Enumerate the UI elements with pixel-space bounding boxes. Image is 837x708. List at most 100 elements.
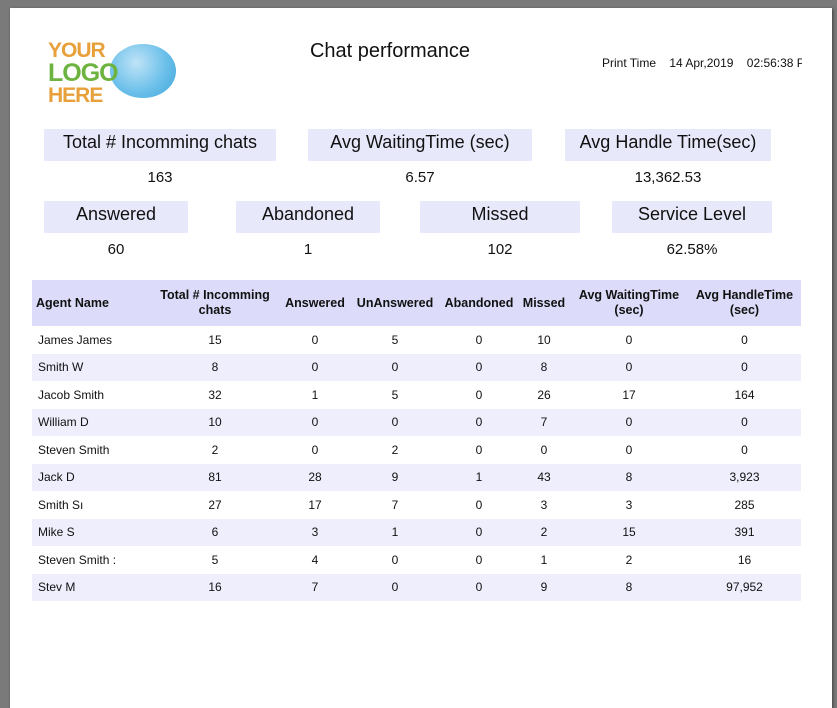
cell-answered: 28	[280, 463, 350, 491]
col-header-avg-handle: Avg HandleTime (sec)	[688, 280, 801, 326]
cell-missed: 9	[518, 573, 570, 601]
kpi-avg-handle-label: Avg Handle Time(sec)	[565, 129, 771, 161]
kpi-abandoned-label: Abandoned	[236, 201, 380, 233]
cell-avg-waiting: 0	[570, 353, 688, 381]
cell-total-incoming: 5	[211, 552, 219, 567]
cell-unanswered: 0	[350, 408, 440, 436]
logo-circle-graphic	[110, 44, 176, 98]
cell-answered: 0	[280, 408, 350, 436]
cell-agent-name: Smith Sı	[38, 497, 84, 512]
col-header-abandoned: Abandoned	[440, 280, 518, 326]
cell-avg-handle: 391	[688, 518, 801, 546]
kpi-missed-value: 102	[487, 241, 513, 258]
cell-unanswered: 1	[350, 518, 440, 546]
kpi-service-level-value: 62.58%	[666, 241, 718, 258]
table-row: Steven Smith : 5 4 0 0 1 2 16	[32, 546, 801, 574]
cell-agent-name: Steven Smith	[38, 442, 110, 457]
cell-unanswered: 0	[350, 573, 440, 601]
cell-avg-waiting: 3	[625, 497, 633, 512]
cell-missed: 7	[518, 408, 570, 436]
cell-avg-waiting: 8	[570, 463, 688, 491]
cell-missed: 26	[537, 387, 551, 402]
cell-abandoned: 0	[475, 442, 483, 457]
print-time: Print Time 14 Apr,2019 02:56:38 PM	[602, 56, 802, 70]
table-row: William D 10 0 0 0 7 0 0	[32, 408, 801, 436]
cell-answered: 0	[311, 332, 319, 347]
cell-avg-handle: 97,952	[688, 573, 801, 601]
agent-performance-table: Agent Name Total # Incomming chats Answe…	[32, 280, 801, 601]
cell-answered: 0	[311, 442, 319, 457]
cell-avg-waiting: 17	[622, 387, 636, 402]
kpi-avg-waiting-value: 6.57	[405, 169, 435, 186]
cell-missed: 2	[518, 518, 570, 546]
cell-unanswered: 2	[391, 442, 399, 457]
cell-missed: 0	[540, 442, 548, 457]
col-header-agent-name: Agent Name	[32, 280, 150, 326]
cell-avg-handle: 0	[741, 332, 748, 347]
table-row: Steven Smith 2 0 2 0 0 0 0	[32, 436, 801, 464]
cell-agent-name: Mike S	[32, 518, 150, 546]
kpi-avg-handle-value: 13,362.53	[634, 169, 702, 186]
table-body: James James 15 0 5 0 10 0 0 Smith W 8 0 …	[32, 326, 801, 601]
cell-agent-name: Jack D	[32, 463, 150, 491]
print-date: 14 Apr,2019	[669, 56, 734, 70]
cell-missed: 8	[518, 353, 570, 381]
company-logo: YOUR LOGO HERE	[44, 32, 176, 110]
cell-unanswered: 7	[391, 497, 399, 512]
cell-abandoned: 0	[475, 387, 483, 402]
report-page: YOUR LOGO HERE Chat performance Print Ti…	[10, 8, 832, 708]
cell-missed: 10	[537, 332, 551, 347]
kpi-total-incoming-value: 163	[147, 169, 173, 186]
col-header-total-incoming: Total # Incomming chats	[150, 280, 280, 326]
kpi-abandoned-value: 1	[303, 241, 313, 258]
cell-avg-handle: 16	[737, 552, 752, 567]
cell-missed: 3	[540, 497, 548, 512]
table-row: Jack D 81 28 9 1 43 8 3,923	[32, 463, 801, 491]
cell-answered: 0	[280, 353, 350, 381]
table-row: Smith W 8 0 0 0 8 0 0	[32, 353, 801, 381]
cell-agent-name: Steven Smith :	[38, 552, 117, 567]
cell-avg-waiting: 15	[570, 518, 688, 546]
cell-abandoned: 0	[440, 573, 518, 601]
kpi-answered-label: Answered	[44, 201, 188, 233]
cell-missed: 1	[540, 552, 548, 567]
table-row: Smith Sı 27 17 7 0 3 3 285	[32, 491, 801, 519]
cell-abandoned: 0	[440, 408, 518, 436]
cell-abandoned: 0	[475, 332, 483, 347]
cell-total-incoming: 6	[150, 518, 280, 546]
print-time-value: 02:56:38 PM	[746, 56, 802, 70]
cell-avg-waiting: 0	[570, 408, 688, 436]
cell-agent-name: James James	[38, 332, 113, 347]
kpi-total-incoming-label: Total # Incomming chats	[44, 129, 276, 161]
cell-agent-name: William D	[32, 408, 150, 436]
cell-answered: 1	[311, 387, 319, 402]
cell-unanswered: 0	[391, 552, 399, 567]
cell-avg-handle: 0	[688, 408, 801, 436]
print-time-label: Print Time	[602, 56, 657, 70]
cell-unanswered: 5	[391, 332, 399, 347]
cell-avg-handle: 3,923	[688, 463, 801, 491]
table-row: Mike S 6 3 1 0 2 15 391	[32, 518, 801, 546]
cell-abandoned: 0	[475, 552, 483, 567]
col-header-unanswered: UnAnswered	[350, 280, 440, 326]
cell-avg-waiting: 2	[625, 552, 633, 567]
col-header-avg-waiting: Avg WaitingTime (sec)	[570, 280, 688, 326]
cell-answered: 7	[280, 573, 350, 601]
cell-agent-name: Smith W	[32, 353, 150, 381]
cell-unanswered: 9	[350, 463, 440, 491]
cell-unanswered: 5	[391, 387, 399, 402]
cell-missed: 43	[518, 463, 570, 491]
cell-avg-handle: 0	[688, 353, 801, 381]
cell-total-incoming: 10	[150, 408, 280, 436]
kpi-service-level-label: Service Level	[612, 201, 772, 233]
cell-total-incoming: 27	[208, 497, 222, 512]
cell-total-incoming: 15	[208, 332, 222, 347]
kpi-answered-value: 60	[107, 241, 125, 258]
cell-total-incoming: 81	[150, 463, 280, 491]
cell-abandoned: 1	[440, 463, 518, 491]
table-row: Jacob Smith 32 1 5 0 26 17 164	[32, 381, 801, 409]
cell-abandoned: 0	[440, 353, 518, 381]
cell-avg-waiting: 8	[570, 573, 688, 601]
report-title: Chat performance	[309, 40, 471, 62]
cell-avg-handle: 164	[734, 387, 755, 402]
